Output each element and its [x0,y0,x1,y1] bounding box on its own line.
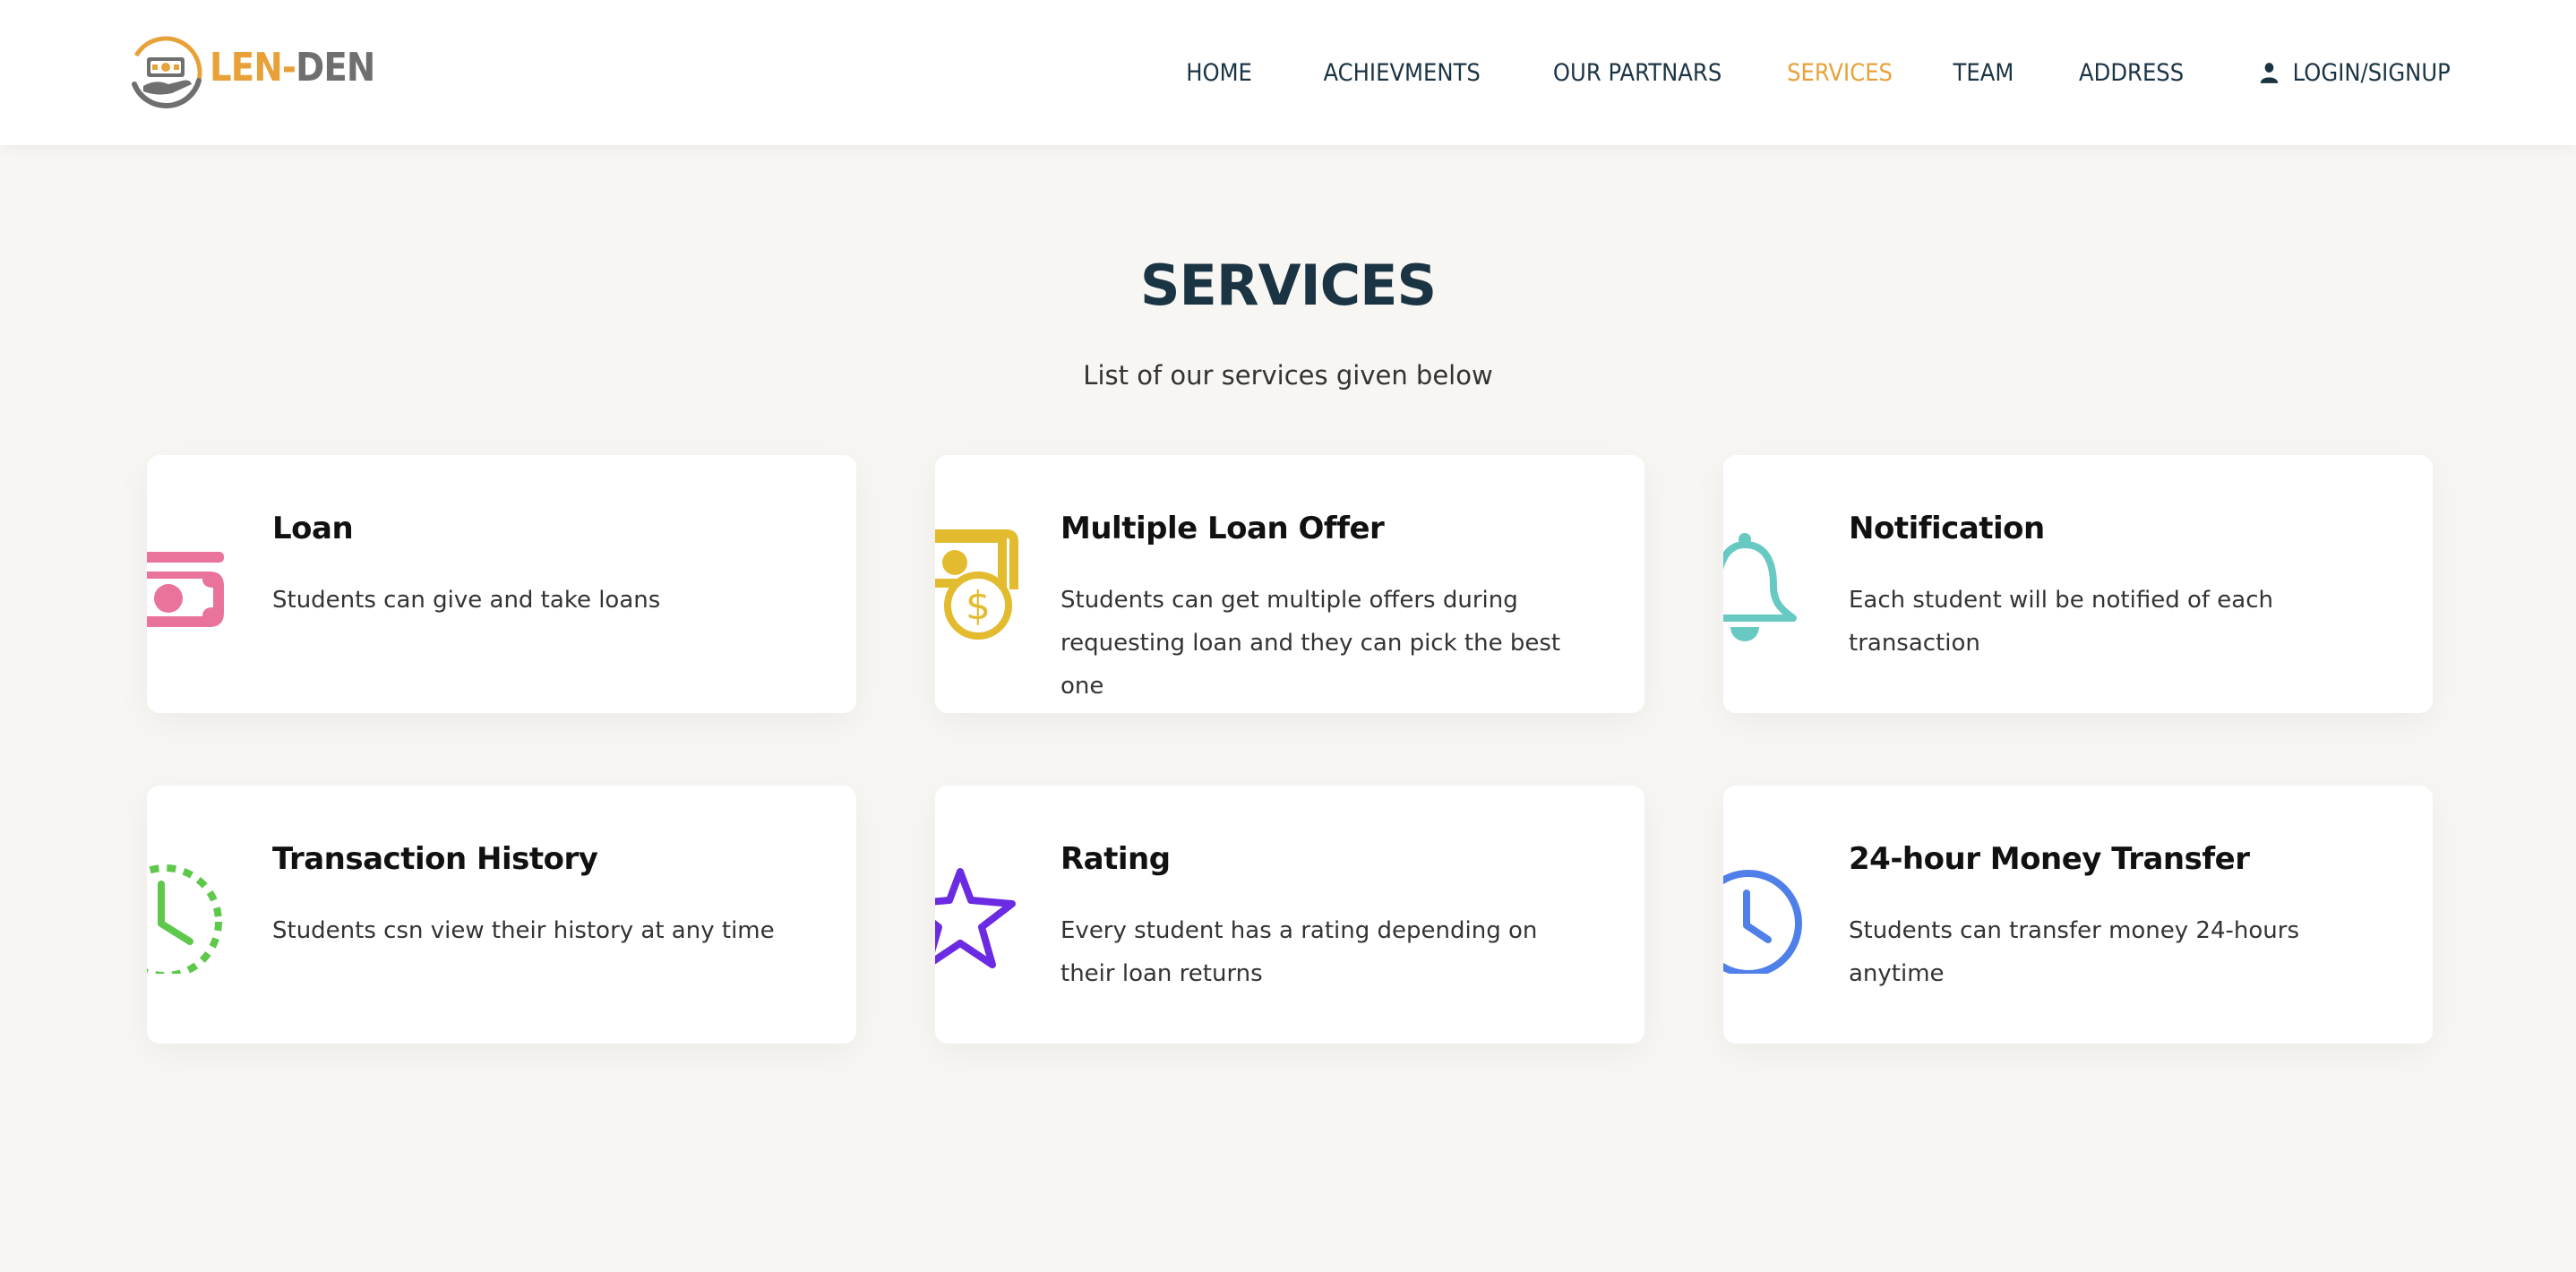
card-title: Loan [272,511,354,546]
nav-home[interactable]: HOME [1186,59,1252,87]
section-subtitle: List of our services given below [1083,360,1493,391]
history-clock-icon [147,864,222,974]
service-card-notification: Notification Each student will be notifi… [1723,455,2433,713]
card-title: Transaction History [272,841,598,877]
card-title: Multiple Loan Offer [1060,511,1385,546]
service-card-24-hour-transfer: 24-hour Money Transfer Students can tran… [1723,786,2433,1044]
service-card-rating: Rating Every student has a rating depend… [935,786,1644,1044]
logo[interactable]: LEN-DEN [127,34,398,111]
star-icon [935,868,1016,968]
card-description: Students can get multiple offers during … [1060,587,1561,700]
main-nav: HOME ACHIEVMENTS OUR PARTNARS SERVICES T… [1125,0,2451,145]
card-description: Every student has a rating depending on … [1060,917,1538,987]
service-card-multiple-loan-offer: $ Multiple Loan Offer Students can get m… [935,455,1644,713]
card-title: 24-hour Money Transfer [1849,841,2250,877]
card-description: Students csn view their history at any t… [272,917,775,944]
bell-icon [1723,533,1797,641]
coin-offer-icon: $ [935,529,1018,640]
logo-text-den: DEN [296,44,375,90]
card-description: Students can give and take loans [272,587,661,614]
nav-address[interactable]: ADDRESS [2079,59,2184,87]
logo-text-len: LEN- [210,44,296,90]
nav-partners[interactable]: OUR PARTNARS [1552,59,1721,87]
user-icon [2260,63,2279,83]
card-title: Rating [1060,841,1171,877]
service-card-loan: Loan Students can give and take loans [147,455,856,713]
card-title: Notification [1849,511,2045,546]
nav-login-signup[interactable]: LOGIN/SIGNUP [2259,59,2451,87]
login-label: LOGIN/SIGNUP [2292,58,2451,87]
nav-team[interactable]: TEAM [1953,59,2014,87]
service-card-transaction-history: Transaction History Students csn view th… [147,786,856,1044]
card-description: Students can transfer money 24-hours any… [1849,917,2300,987]
money-bill-icon [147,552,224,627]
svg-text:$: $ [966,583,991,629]
nav-achievements[interactable]: ACHIEVMENTS [1323,59,1480,87]
card-description: Each student will be notified of each tr… [1849,587,2273,657]
nav-services[interactable]: SERVICES [1787,59,1893,87]
section-title: SERVICES [1139,253,1437,318]
logo-text: LEN-DEN [210,44,375,90]
site-header: LEN-DEN HOME ACHIEVMENTS OUR PARTNARS SE… [0,0,2576,145]
clock-icon [1723,870,1802,974]
logo-icon [129,36,202,109]
